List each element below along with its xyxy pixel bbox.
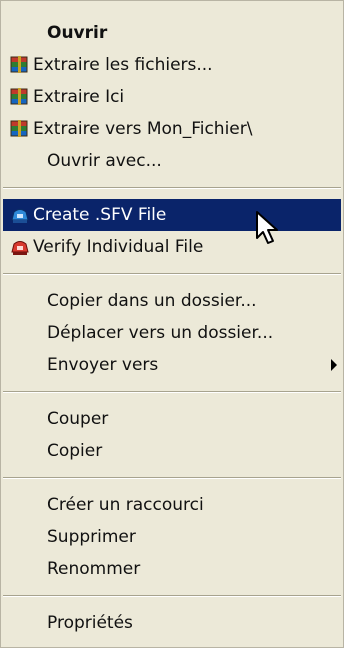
winrar-archive-icon xyxy=(10,56,28,73)
mouse-pointer-icon xyxy=(256,211,278,244)
menu-separator xyxy=(3,595,341,597)
menu-item-create-sfv[interactable]: Create .SFV File xyxy=(3,199,341,231)
menu-item-label: Supprimer xyxy=(47,527,136,547)
menu-item-create-shortcut[interactable]: Créer un raccourci xyxy=(3,489,341,521)
menu-item-extract-here[interactable]: Extraire Ici xyxy=(3,81,341,113)
menu-item-move-to-folder[interactable]: Déplacer vers un dossier... xyxy=(3,317,341,349)
menu-item-label: Déplacer vers un dossier... xyxy=(47,323,274,343)
menu-item-extract-to-folder[interactable]: Extraire vers Mon_Fichier\ xyxy=(3,113,341,145)
menu-item-label: Copier dans un dossier... xyxy=(47,291,257,311)
menu-item-delete[interactable]: Supprimer xyxy=(3,521,341,553)
menu-item-label: Create .SFV File xyxy=(33,205,167,225)
menu-item-copy-to-folder[interactable]: Copier dans un dossier... xyxy=(3,285,341,317)
menu-item-label: Extraire les fichiers... xyxy=(33,55,213,75)
menu-item-label: Verify Individual File xyxy=(33,237,204,257)
menu-separator xyxy=(3,273,341,275)
menu-item-label: Envoyer vers xyxy=(47,355,159,375)
menu-item-label: Propriétés xyxy=(47,613,133,633)
submenu-arrow-icon xyxy=(331,359,337,371)
menu-item-label: Copier xyxy=(47,441,103,461)
menu-separator xyxy=(3,477,341,479)
menu-item-open-with[interactable]: Ouvrir avec... xyxy=(3,145,341,177)
sfv-verify-icon xyxy=(11,241,29,255)
menu-item-rename[interactable]: Renommer xyxy=(3,553,341,585)
menu-item-label: Renommer xyxy=(47,559,141,579)
menu-item-verify-file[interactable]: Verify Individual File xyxy=(3,231,341,263)
menu-item-send-to[interactable]: Envoyer vers xyxy=(3,349,341,381)
menu-item-label: Ouvrir avec... xyxy=(47,151,162,171)
menu-item-cut[interactable]: Couper xyxy=(3,403,341,435)
menu-item-properties[interactable]: Propriétés xyxy=(3,607,341,639)
menu-item-label: Créer un raccourci xyxy=(47,495,204,515)
menu-item-copy[interactable]: Copier xyxy=(3,435,341,467)
menu-item-label: Extraire Ici xyxy=(33,87,125,107)
menu-item-label: Couper xyxy=(47,409,109,429)
menu-item-label: Ouvrir xyxy=(47,23,108,43)
context-menu: Ouvrir Extraire les fichiers... Extraire… xyxy=(0,0,344,648)
menu-separator xyxy=(3,187,341,189)
winrar-archive-icon xyxy=(10,88,28,105)
sfv-create-icon xyxy=(11,209,29,223)
menu-item-extract-files[interactable]: Extraire les fichiers... xyxy=(3,49,341,81)
menu-item-open[interactable]: Ouvrir xyxy=(3,17,341,49)
menu-separator xyxy=(3,391,341,393)
menu-item-label: Extraire vers Mon_Fichier\ xyxy=(33,119,253,139)
winrar-archive-icon xyxy=(10,120,28,137)
